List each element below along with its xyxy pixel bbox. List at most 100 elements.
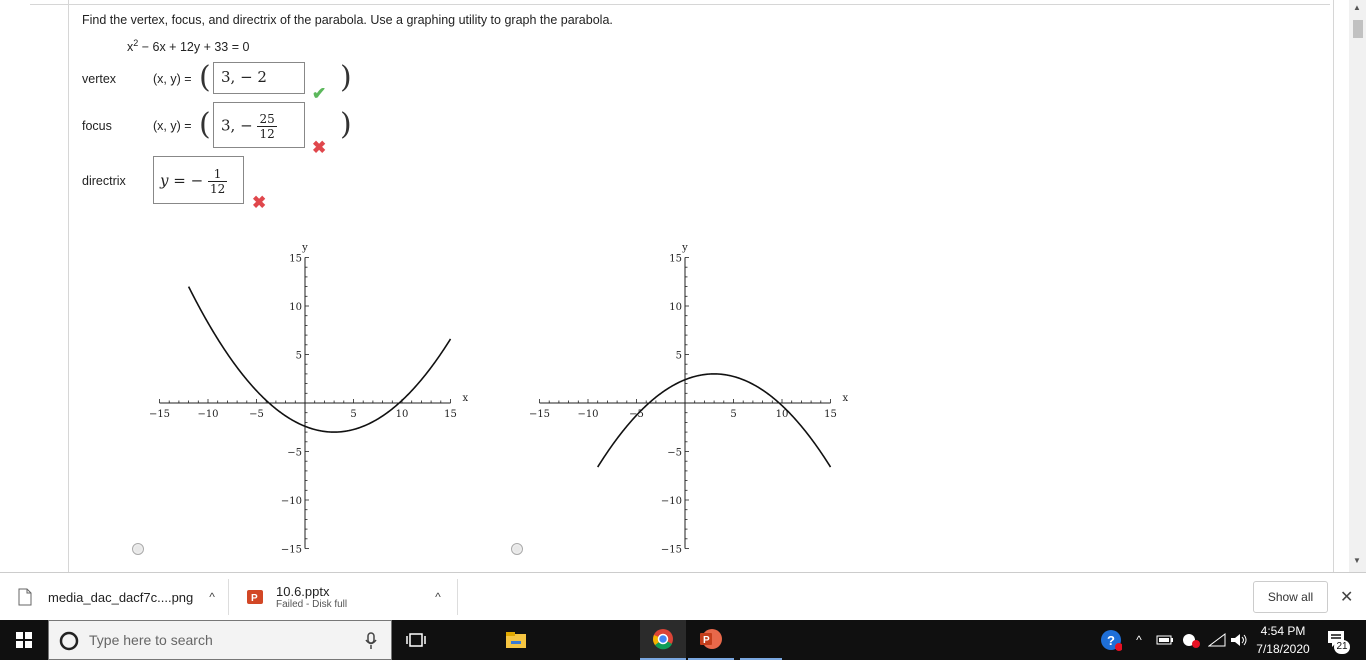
windows-start-icon[interactable] bbox=[0, 620, 48, 660]
close-icon[interactable]: ✕ bbox=[1340, 587, 1353, 607]
scroll-thumb[interactable] bbox=[1353, 20, 1363, 38]
file-explorer-icon[interactable] bbox=[500, 620, 532, 660]
correct-check-icon: ✔ bbox=[312, 84, 327, 103]
scroll-down-arrow-icon[interactable]: ▼ bbox=[1353, 556, 1361, 565]
incorrect-x-icon: ✖ bbox=[252, 193, 267, 212]
clock-time[interactable]: 4:54 PM bbox=[1252, 624, 1314, 638]
x-tick-label: 15 bbox=[444, 409, 457, 420]
parabola-curve bbox=[597, 373, 832, 468]
volume-icon[interactable] bbox=[1228, 620, 1250, 660]
directrix-label: directrix bbox=[82, 174, 126, 188]
y-tick-label: −5 bbox=[287, 448, 302, 459]
download-status: Failed - Disk full bbox=[276, 599, 348, 610]
search-placeholder: Type here to search bbox=[89, 632, 213, 648]
x-tick-label: −10 bbox=[577, 409, 598, 420]
y-tick-label: 15 bbox=[289, 254, 302, 265]
download-item-pptx[interactable]: P 10.6.pptx Failed - Disk full ^ bbox=[246, 573, 441, 621]
chevron-up-icon[interactable]: ^ bbox=[435, 590, 441, 604]
graph-option-2: −15 −10 −5 5 10 1515105−5−10−15xy bbox=[529, 243, 849, 556]
divider bbox=[457, 579, 458, 615]
graph-option-2-radio[interactable] bbox=[511, 543, 523, 555]
network-error-icon[interactable] bbox=[1180, 620, 1202, 660]
svg-text:P: P bbox=[251, 593, 258, 604]
equation-rest: − 6x + 12y + 33 = 0 bbox=[138, 40, 250, 55]
graph-option-1-radio[interactable] bbox=[132, 543, 144, 555]
y-axis-label: y bbox=[301, 243, 308, 254]
scroll-up-arrow-icon[interactable]: ▲ bbox=[1353, 3, 1361, 12]
focus-xy-prefix: (x, y) = bbox=[153, 119, 192, 133]
powerpoint-icon[interactable]: P bbox=[688, 620, 734, 660]
svg-text:?: ? bbox=[1107, 633, 1115, 648]
chevron-up-icon[interactable]: ^ bbox=[209, 590, 215, 604]
question-prompt: Find the vertex, focus, and directrix of… bbox=[82, 13, 613, 27]
y-tick-label: 10 bbox=[289, 302, 302, 313]
directrix-fraction: 1 12 bbox=[207, 167, 228, 196]
focus-numerator: 25 bbox=[257, 112, 277, 127]
y-tick-label: 10 bbox=[669, 302, 682, 313]
graph-option-1: −15 −10 −5 5 10 15 15 10 5 −5 −10 −15 x y bbox=[149, 243, 469, 556]
windows-taskbar: Type here to search P ? ^ 4:54 PM 7/18/2… bbox=[0, 620, 1366, 660]
focus-fraction: 25 12 bbox=[257, 112, 277, 141]
browser-page: Find the vertex, focus, and directrix of… bbox=[0, 0, 1366, 572]
y-axis-label: y bbox=[681, 243, 688, 254]
x-axis-label: x bbox=[843, 393, 849, 404]
focus-answer-lead: 3, − bbox=[221, 116, 253, 135]
taskbar-app-slot[interactable] bbox=[740, 620, 782, 660]
focus-open-paren: ( bbox=[199, 107, 211, 142]
x-tick-label: −15 bbox=[149, 409, 170, 420]
directrix-numerator: 1 bbox=[207, 167, 228, 182]
parabola-curve bbox=[187, 286, 452, 433]
x-tick-label: −10 bbox=[197, 409, 218, 420]
wifi-icon[interactable] bbox=[1206, 620, 1228, 660]
chrome-icon[interactable] bbox=[640, 620, 686, 660]
incorrect-x-icon: ✖ bbox=[312, 138, 327, 157]
vertex-open-paren: ( bbox=[199, 60, 211, 95]
parabola-equation: x2 − 6x + 12y + 33 = 0 bbox=[127, 38, 249, 54]
help-icon[interactable]: ? bbox=[1098, 620, 1124, 660]
vertex-xy-prefix: (x, y) = bbox=[153, 72, 192, 86]
y-tick-label: −15 bbox=[661, 545, 682, 556]
y-tick-label: 5 bbox=[676, 351, 682, 362]
x-tick-label: 5 bbox=[350, 409, 356, 420]
focus-answer-input[interactable]: 3, − 25 12 bbox=[213, 102, 305, 148]
taskbar-search-input[interactable]: Type here to search bbox=[48, 620, 392, 660]
y-tick-label: −5 bbox=[667, 448, 682, 459]
downloads-bar: media_dac_dacf7c....png ^ P 10.6.pptx Fa… bbox=[0, 572, 1366, 620]
x-axis-label: x bbox=[463, 393, 469, 404]
download-item-name: media_dac_dacf7c....png bbox=[48, 589, 194, 605]
x-tick-label: 15 bbox=[824, 409, 837, 420]
vertex-label: vertex bbox=[82, 72, 117, 86]
x-tick-label: −5 bbox=[249, 409, 264, 420]
focus-denominator: 12 bbox=[259, 127, 275, 141]
y-tick-label: 15 bbox=[669, 254, 682, 265]
vertex-close-paren: ) bbox=[340, 60, 352, 95]
chevron-up-icon[interactable]: ^ bbox=[1130, 620, 1148, 660]
clock-date[interactable]: 7/18/2020 bbox=[1252, 642, 1314, 656]
powerpoint-file-icon: P bbox=[247, 590, 263, 604]
download-item-text: 10.6.pptx Failed - Disk full bbox=[276, 584, 347, 610]
x-tick-label: −15 bbox=[529, 409, 550, 420]
show-all-button[interactable]: Show all bbox=[1253, 581, 1328, 613]
download-item-png[interactable]: media_dac_dacf7c....png ^ bbox=[18, 573, 215, 621]
directrix-answer-lead: y = − bbox=[160, 171, 204, 190]
x-tick-label: 10 bbox=[396, 409, 409, 420]
battery-icon[interactable] bbox=[1154, 620, 1176, 660]
directrix-answer-input[interactable]: y = − 1 12 bbox=[153, 156, 244, 204]
directrix-denominator: 12 bbox=[209, 182, 226, 196]
y-tick-label: −10 bbox=[281, 496, 302, 507]
divider bbox=[228, 579, 229, 615]
page-scrollbar[interactable]: ▲ ▼ bbox=[1349, 0, 1366, 572]
y-tick-label: −10 bbox=[661, 496, 682, 507]
microphone-icon[interactable] bbox=[365, 632, 377, 650]
cortana-circle-icon bbox=[59, 631, 79, 651]
focus-label: focus bbox=[82, 119, 112, 133]
file-icon bbox=[18, 588, 32, 606]
task-view-icon[interactable] bbox=[400, 620, 432, 660]
focus-close-paren: ) bbox=[340, 107, 352, 142]
vertex-answer-input[interactable]: 3, − 2 bbox=[213, 62, 305, 94]
x-tick-label: 5 bbox=[730, 409, 736, 420]
notification-count-badge: 21 bbox=[1334, 640, 1350, 654]
y-tick-label: −15 bbox=[281, 545, 302, 556]
download-item-name: 10.6.pptx bbox=[276, 584, 330, 599]
svg-text:P: P bbox=[703, 635, 710, 646]
